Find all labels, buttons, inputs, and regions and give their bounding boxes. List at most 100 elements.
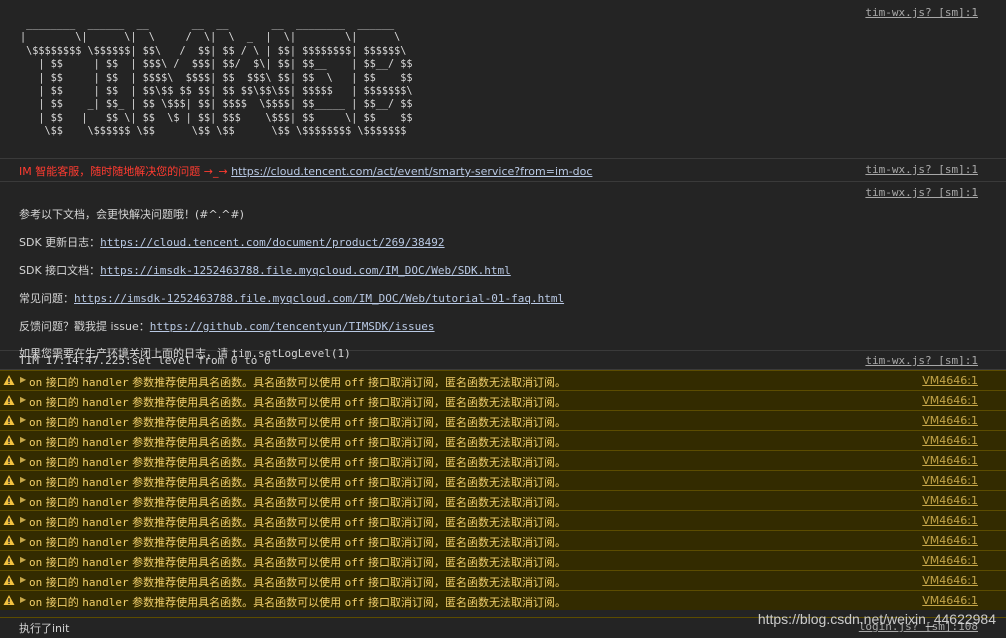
service-url-link[interactable]: https://cloud.tencent.com/act/event/smar… <box>231 165 592 178</box>
warning-text: 接口取消订阅，匿名函数无法取消订阅。 <box>364 396 566 409</box>
log-source-link[interactable]: VM4646:1 <box>922 434 978 447</box>
warning-text: 接口的 <box>42 436 83 449</box>
off-keyword: off <box>344 416 365 429</box>
warning-text: 接口取消订阅，匿名函数无法取消订阅。 <box>364 416 566 429</box>
issue-link[interactable]: https://github.com/tencentyun/TIMSDK/iss… <box>150 320 435 333</box>
warning-message: on 接口的 handler 参数推荐使用具名函数。具名函数可以使用 off 接… <box>29 434 566 450</box>
warning-icon <box>3 535 15 545</box>
warning-text: 接口的 <box>42 496 83 509</box>
changelog-line: SDK 更新日志：https://cloud.tencent.com/docum… <box>19 234 445 250</box>
warning-icon <box>3 475 15 485</box>
handler-keyword: handler <box>82 576 129 589</box>
warning-row[interactable]: ▶ on 接口的 handler 参数推荐使用具名函数。具名函数可以使用 off … <box>0 550 1006 570</box>
warning-row[interactable]: ▶ on 接口的 handler 参数推荐使用具名函数。具名函数可以使用 off … <box>0 430 1006 450</box>
expand-triangle-icon[interactable]: ▶ <box>20 435 26 444</box>
log-source-link[interactable]: VM4646:1 <box>922 534 978 547</box>
log-source-link[interactable]: VM4646:1 <box>922 454 978 467</box>
log-source-link[interactable]: VM4646:1 <box>922 474 978 487</box>
faq-link[interactable]: https://imsdk-1252463788.file.myqcloud.c… <box>74 292 564 305</box>
on-keyword: on <box>29 576 43 589</box>
console-log-ascii-art: ________ ______ __ __ __ __ ________ ___… <box>0 0 1006 159</box>
warning-row[interactable]: ▶ on 接口的 handler 参数推荐使用具名函数。具名函数可以使用 off … <box>0 370 1006 390</box>
log-source-link[interactable]: tim-wx.js? [sm]:1 <box>865 6 978 19</box>
warning-row[interactable]: ▶ on 接口的 handler 参数推荐使用具名函数。具名函数可以使用 off … <box>0 590 1006 610</box>
warning-row[interactable]: ▶ on 接口的 handler 参数推荐使用具名函数。具名函数可以使用 off … <box>0 490 1006 510</box>
log-source-link[interactable]: VM4646:1 <box>922 514 978 527</box>
on-keyword: on <box>29 456 43 469</box>
warning-text: 参数推荐使用具名函数。具名函数可以使用 <box>128 436 345 449</box>
log-source-link[interactable]: VM4646:1 <box>922 494 978 507</box>
on-keyword: on <box>29 476 43 489</box>
expand-triangle-icon[interactable]: ▶ <box>20 475 26 484</box>
log-source-link[interactable]: tim-wx.js? [sm]:1 <box>865 354 978 367</box>
off-keyword: off <box>344 456 365 469</box>
warning-text: 接口的 <box>42 556 83 569</box>
expand-triangle-icon[interactable]: ▶ <box>20 395 26 404</box>
warning-icon <box>3 495 15 505</box>
handler-keyword: handler <box>82 396 129 409</box>
warning-text: 参数推荐使用具名函数。具名函数可以使用 <box>128 596 345 609</box>
log-source-link[interactable]: VM4646:1 <box>922 414 978 427</box>
log-source-link[interactable]: VM4646:1 <box>922 394 978 407</box>
on-keyword: on <box>29 536 43 549</box>
warning-text: 接口取消订阅，匿名函数无法取消订阅。 <box>364 516 566 529</box>
log-source-link[interactable]: tim-wx.js? [sm]:1 <box>865 186 978 199</box>
handler-keyword: handler <box>82 516 129 529</box>
expand-triangle-icon[interactable]: ▶ <box>20 595 26 604</box>
log-source-link[interactable]: tim-wx.js? [sm]:1 <box>865 163 978 176</box>
warning-row[interactable]: ▶ on 接口的 handler 参数推荐使用具名函数。具名函数可以使用 off … <box>0 470 1006 490</box>
service-arrow: →_→ <box>203 165 228 178</box>
warning-row[interactable]: ▶ on 接口的 handler 参数推荐使用具名函数。具名函数可以使用 off … <box>0 390 1006 410</box>
expand-triangle-icon[interactable]: ▶ <box>20 555 26 564</box>
warning-list: ▶ on 接口的 handler 参数推荐使用具名函数。具名函数可以使用 off … <box>0 370 1006 610</box>
changelog-link[interactable]: https://cloud.tencent.com/document/produ… <box>100 236 444 249</box>
warning-row[interactable]: ▶ on 接口的 handler 参数推荐使用具名函数。具名函数可以使用 off … <box>0 530 1006 550</box>
handler-keyword: handler <box>82 476 129 489</box>
warning-text: 参数推荐使用具名函数。具名函数可以使用 <box>128 456 345 469</box>
console-log-tim-level: TIM 17:14:47.225:set level from 0 to 0 t… <box>0 351 1006 370</box>
warning-message: on 接口的 handler 参数推荐使用具名函数。具名函数可以使用 off 接… <box>29 594 566 610</box>
handler-keyword: handler <box>82 376 129 389</box>
log-source-link[interactable]: VM4646:1 <box>922 374 978 387</box>
csdn-watermark: https://blog.csdn.net/weixin_44622984 <box>757 611 996 627</box>
warning-text: 接口的 <box>42 456 83 469</box>
expand-triangle-icon[interactable]: ▶ <box>20 375 26 384</box>
expand-triangle-icon[interactable]: ▶ <box>20 535 26 544</box>
warning-icon <box>3 595 15 605</box>
warning-icon <box>3 435 15 445</box>
warning-row[interactable]: ▶ on 接口的 handler 参数推荐使用具名函数。具名函数可以使用 off … <box>0 450 1006 470</box>
expand-triangle-icon[interactable]: ▶ <box>20 415 26 424</box>
warning-message: on 接口的 handler 参数推荐使用具名函数。具名函数可以使用 off 接… <box>29 574 566 590</box>
off-keyword: off <box>344 556 365 569</box>
warning-text: 接口的 <box>42 416 83 429</box>
warning-message: on 接口的 handler 参数推荐使用具名函数。具名函数可以使用 off 接… <box>29 494 566 510</box>
on-keyword: on <box>29 596 43 609</box>
log-source-link[interactable]: VM4646:1 <box>922 594 978 607</box>
console-log-service: IM 智能客服，随时随地解决您的问题 →_→ https://cloud.ten… <box>0 159 1006 182</box>
warning-text: 接口取消订阅，匿名函数无法取消订阅。 <box>364 376 566 389</box>
warning-message: on 接口的 handler 参数推荐使用具名函数。具名函数可以使用 off 接… <box>29 394 566 410</box>
expand-triangle-icon[interactable]: ▶ <box>20 495 26 504</box>
warning-row[interactable]: ▶ on 接口的 handler 参数推荐使用具名函数。具名函数可以使用 off … <box>0 510 1006 530</box>
warning-icon <box>3 375 15 385</box>
warning-text: 接口的 <box>42 396 83 409</box>
warning-message: on 接口的 handler 参数推荐使用具名函数。具名函数可以使用 off 接… <box>29 534 566 550</box>
expand-triangle-icon[interactable]: ▶ <box>20 515 26 524</box>
warning-text: 参数推荐使用具名函数。具名函数可以使用 <box>128 476 345 489</box>
console-log-docs: tim-wx.js? [sm]:1 参考以下文档，会更快解决问题哦！(#^.^#… <box>0 182 1006 360</box>
init-log-text: 执行了init <box>19 622 70 635</box>
expand-triangle-icon[interactable]: ▶ <box>20 455 26 464</box>
log-source-link[interactable]: VM4646:1 <box>922 574 978 587</box>
on-keyword: on <box>29 496 43 509</box>
warning-row[interactable]: ▶ on 接口的 handler 参数推荐使用具名函数。具名函数可以使用 off … <box>0 570 1006 590</box>
warning-text: 参数推荐使用具名函数。具名函数可以使用 <box>128 396 345 409</box>
off-keyword: off <box>344 576 365 589</box>
warning-row[interactable]: ▶ on 接口的 handler 参数推荐使用具名函数。具名函数可以使用 off … <box>0 410 1006 430</box>
warning-text: 接口取消订阅，匿名函数无法取消订阅。 <box>364 456 566 469</box>
expand-triangle-icon[interactable]: ▶ <box>20 575 26 584</box>
log-source-link[interactable]: VM4646:1 <box>922 554 978 567</box>
api-doc-link[interactable]: https://imsdk-1252463788.file.myqcloud.c… <box>100 264 511 277</box>
warning-text: 参数推荐使用具名函数。具名函数可以使用 <box>128 496 345 509</box>
warning-text: 接口取消订阅，匿名函数无法取消订阅。 <box>364 496 566 509</box>
tim-log-text: TIM 17:14:47.225:set level from 0 to 0 <box>19 354 271 367</box>
